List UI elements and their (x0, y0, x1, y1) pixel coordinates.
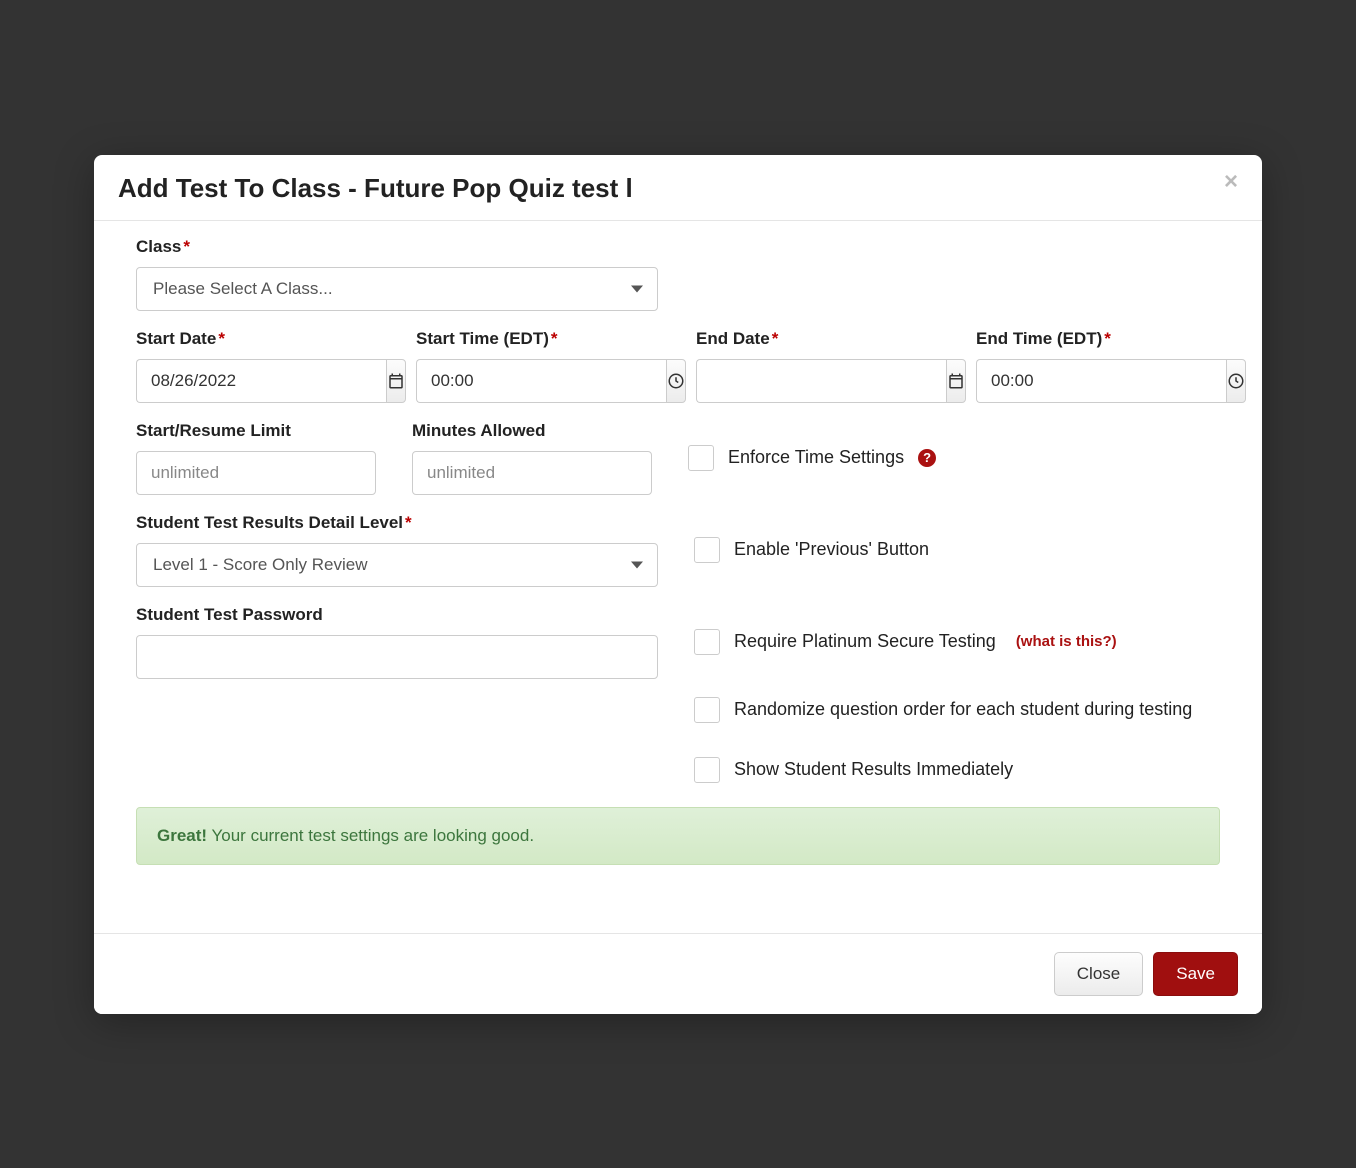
close-button[interactable]: Close (1054, 952, 1143, 996)
clock-icon[interactable] (1226, 359, 1246, 403)
detail-level-select[interactable]: Level 1 - Score Only Review (136, 543, 658, 587)
detail-level-label: Student Test Results Detail Level* (136, 513, 658, 533)
add-test-modal: Add Test To Class - Future Pop Quiz test… (94, 155, 1262, 1014)
chevron-down-icon (631, 285, 643, 292)
start-resume-limit-input[interactable] (136, 451, 376, 495)
start-date-label: Start Date* (136, 329, 380, 349)
require-secure-label: Require Platinum Secure Testing (734, 631, 996, 652)
end-date-label: End Date* (696, 329, 940, 349)
calendar-icon[interactable] (386, 359, 406, 403)
help-icon[interactable]: ? (918, 449, 936, 467)
end-time-input[interactable] (976, 359, 1226, 403)
randomize-label: Randomize question order for each studen… (734, 699, 1192, 720)
calendar-icon[interactable] (946, 359, 966, 403)
require-secure-checkbox[interactable] (694, 629, 720, 655)
end-date-group (696, 359, 940, 403)
password-label: Student Test Password (136, 605, 658, 625)
password-input[interactable] (136, 635, 658, 679)
start-date-group (136, 359, 380, 403)
enforce-time-checkbox[interactable] (688, 445, 714, 471)
modal-footer: Close Save (94, 933, 1262, 1014)
randomize-checkbox[interactable] (694, 697, 720, 723)
end-date-input[interactable] (696, 359, 946, 403)
start-time-input[interactable] (416, 359, 666, 403)
status-alert: Great! Your current test settings are lo… (136, 807, 1220, 865)
start-time-label: Start Time (EDT)* (416, 329, 660, 349)
end-time-label: End Time (EDT)* (976, 329, 1220, 349)
show-results-checkbox[interactable] (694, 757, 720, 783)
save-button[interactable]: Save (1153, 952, 1238, 996)
end-time-group (976, 359, 1220, 403)
alert-strong: Great! (157, 826, 207, 845)
minutes-allowed-label: Minutes Allowed (412, 421, 652, 441)
enable-previous-checkbox[interactable] (694, 537, 720, 563)
enable-previous-label: Enable 'Previous' Button (734, 539, 929, 560)
enforce-time-label: Enforce Time Settings (728, 447, 904, 468)
modal-title: Add Test To Class - Future Pop Quiz test… (118, 173, 1238, 204)
required-marker: * (183, 237, 190, 256)
class-label: Class* (136, 237, 658, 257)
start-time-group (416, 359, 660, 403)
clock-icon[interactable] (666, 359, 686, 403)
modal-header: Add Test To Class - Future Pop Quiz test… (94, 155, 1262, 221)
alert-text: Your current test settings are looking g… (207, 826, 534, 845)
close-icon[interactable]: × (1218, 169, 1244, 195)
show-results-label: Show Student Results Immediately (734, 759, 1013, 780)
what-is-this-link[interactable]: (what is this?) (1016, 633, 1117, 650)
class-select[interactable]: Please Select A Class... (136, 267, 658, 311)
modal-body: Class* Please Select A Class... Start Da… (94, 221, 1262, 883)
start-resume-limit-label: Start/Resume Limit (136, 421, 376, 441)
chevron-down-icon (631, 561, 643, 568)
minutes-allowed-input[interactable] (412, 451, 652, 495)
start-date-input[interactable] (136, 359, 386, 403)
